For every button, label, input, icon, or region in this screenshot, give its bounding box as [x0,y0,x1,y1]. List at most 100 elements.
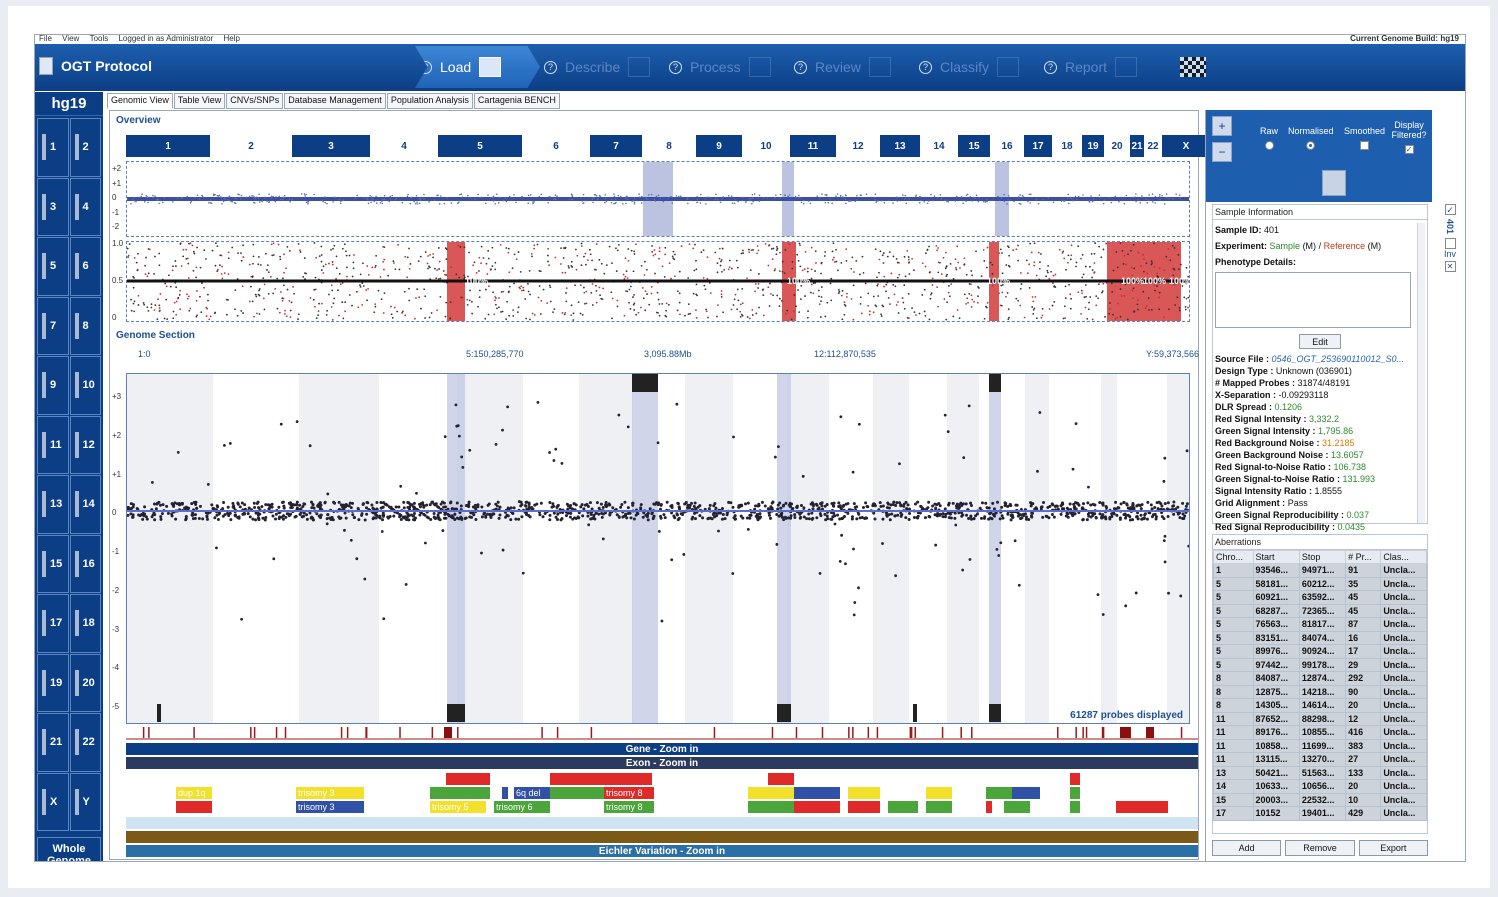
overview-chr-14[interactable]: 14 [922,135,956,157]
menu-file[interactable]: File [39,35,52,43]
remove-button[interactable]: Remove [1285,840,1355,856]
step-load[interactable]: ? Load [415,46,540,88]
overview-chr-12[interactable]: 12 [838,135,878,157]
help-icon[interactable]: ? [544,60,557,74]
overview-chr-6[interactable]: 6 [524,135,588,157]
aberration-bar[interactable] [768,773,794,785]
help-icon[interactable]: ? [669,60,682,74]
chromosome-button[interactable]: 8 [69,296,101,355]
aberration-bar[interactable]: trisomy 3 [296,787,364,799]
chromosome-button[interactable]: 1 [37,118,69,177]
chromosome-button[interactable]: 21 [37,713,69,772]
overview-chr-1[interactable]: 1 [126,135,210,157]
overview-chr-18[interactable]: 18 [1054,135,1080,157]
overview-chr-9[interactable]: 9 [696,135,742,157]
zoom-in-icon[interactable]: + [1212,116,1232,136]
chromosome-button[interactable]: 9 [37,356,69,415]
menu-tools[interactable]: Tools [90,35,109,43]
overview-chr-20[interactable]: 20 [1106,135,1128,157]
aberration-bar[interactable] [794,801,840,813]
table-row[interactable]: 11 89176... 10855... 416 Uncla... [1213,725,1427,740]
column-header[interactable]: Start [1252,550,1300,564]
aberration-bar[interactable] [1116,801,1168,813]
aberration-bar[interactable] [748,787,794,799]
step-process[interactable]: ? Process [665,46,790,88]
export-button[interactable]: Export [1358,840,1428,856]
menu-login[interactable]: Logged in as Administrator [118,35,213,43]
aberration-bar[interactable] [550,787,604,799]
overview-baf-plot[interactable]: 100%100%100%100%100%100% [126,241,1192,322]
aberration-bar[interactable] [1004,801,1030,813]
chromosome-button[interactable]: 20 [69,653,101,712]
chromosome-button[interactable]: 2 [69,118,101,177]
overview-chr-19[interactable]: 19 [1082,135,1104,157]
step-review[interactable]: ? Review [790,46,915,88]
table-row[interactable]: 11 87652... 88298... 12 Uncla... [1213,711,1427,726]
smoothed-checkbox[interactable] [1360,141,1370,150]
chromosome-button[interactable]: 18 [69,594,101,653]
tab-cartagenia-bench[interactable]: Cartagenia BENCH [473,93,560,109]
table-row[interactable]: 8 12875... 14218... 90 Uncla... [1213,684,1427,699]
phenotype-textarea[interactable] [1215,272,1411,328]
aberration-bar[interactable] [1070,773,1080,785]
filter-icon[interactable] [1322,170,1346,196]
aberration-bar[interactable]: 6q del [514,787,554,799]
overview-chr-16[interactable]: 16 [992,135,1022,157]
step-report[interactable]: ? Report [1040,46,1165,88]
help-icon[interactable]: ? [1044,60,1057,74]
chromosome-button[interactable]: 22 [69,713,101,772]
chromosome-button[interactable]: 10 [69,356,101,415]
help-icon[interactable]: ? [419,60,432,74]
aberration-bar[interactable] [1070,801,1080,813]
chromosome-button[interactable]: 7 [37,296,69,355]
overview-chr-5[interactable]: 5 [438,135,522,157]
aberration-bar[interactable] [430,787,490,799]
add-button[interactable]: Add [1212,840,1282,856]
chromosome-button[interactable]: 3 [37,177,69,236]
overview-log-ratio-plot[interactable] [126,161,1190,237]
menu-help[interactable]: Help [223,35,239,43]
raw-radio[interactable] [1264,141,1274,150]
overview-chr-13[interactable]: 13 [880,135,920,157]
filtered-option[interactable]: Display Filtered? ✓ [1390,120,1428,154]
aberration-bar[interactable]: trisomy 8 [604,801,654,813]
aberration-bar[interactable] [888,801,918,813]
column-header[interactable]: Stop [1298,550,1347,564]
overview-chr-4[interactable]: 4 [372,135,436,157]
overview-chr-11[interactable]: 11 [790,135,836,157]
help-icon[interactable]: ? [794,60,807,74]
table-row[interactable]: 5 58181... 60212... 35 Uncla... [1213,576,1427,591]
help-icon[interactable]: ? [919,60,932,74]
table-row[interactable]: 13 50421... 51563... 133 Uncla... [1213,765,1427,780]
chromosome-button[interactable]: 4 [69,177,101,236]
table-row[interactable]: 5 83151... 84074... 16 Uncla... [1213,630,1427,645]
aberration-bar[interactable]: trisomy 6 [494,801,550,813]
aberration-bar[interactable] [986,787,1012,799]
table-row[interactable]: 17 10152 19401... 429 Uncla... [1213,806,1427,821]
overview-chr-X[interactable]: X [1162,135,1210,157]
aberration-bar[interactable] [926,787,952,799]
step-classify[interactable]: ? Classify [915,46,1040,88]
table-row[interactable]: 15 20003... 22532... 10 Uncla... [1213,792,1427,807]
gene-track[interactable]: Gene - Zoom in [126,743,1198,755]
chromosome-button[interactable]: Y [69,772,101,831]
eichler-track[interactable]: Eichler Variation - Zoom in [126,845,1198,857]
overview-chr-3[interactable]: 3 [292,135,370,157]
aberration-bar[interactable] [986,801,992,813]
aberration-bar[interactable]: trisomy 8 [604,787,654,799]
tab-table-view[interactable]: Table View [173,93,226,109]
genome-section-plot[interactable]: 61287 probes displayed [126,373,1190,724]
column-header[interactable]: Clas... [1380,550,1427,564]
chromosome-button[interactable]: 13 [37,475,69,534]
chromosome-button[interactable]: X [37,772,69,831]
chromosome-button[interactable]: 11 [37,415,69,474]
zoom-out-icon[interactable]: − [1212,142,1232,162]
column-header[interactable]: Chro... [1213,550,1254,564]
overview-chr-8[interactable]: 8 [644,135,694,157]
tab-population-analysis[interactable]: Population Analysis [386,93,473,109]
raw-option[interactable]: Raw [1260,126,1278,150]
inv-checkbox[interactable] [1444,238,1456,250]
table-row[interactable]: 8 84087... 12874... 292 Uncla... [1213,671,1427,686]
aberration-bar[interactable]: trisomy 5 [430,801,486,813]
aberration-bar[interactable]: trisomy 3 [296,801,364,813]
